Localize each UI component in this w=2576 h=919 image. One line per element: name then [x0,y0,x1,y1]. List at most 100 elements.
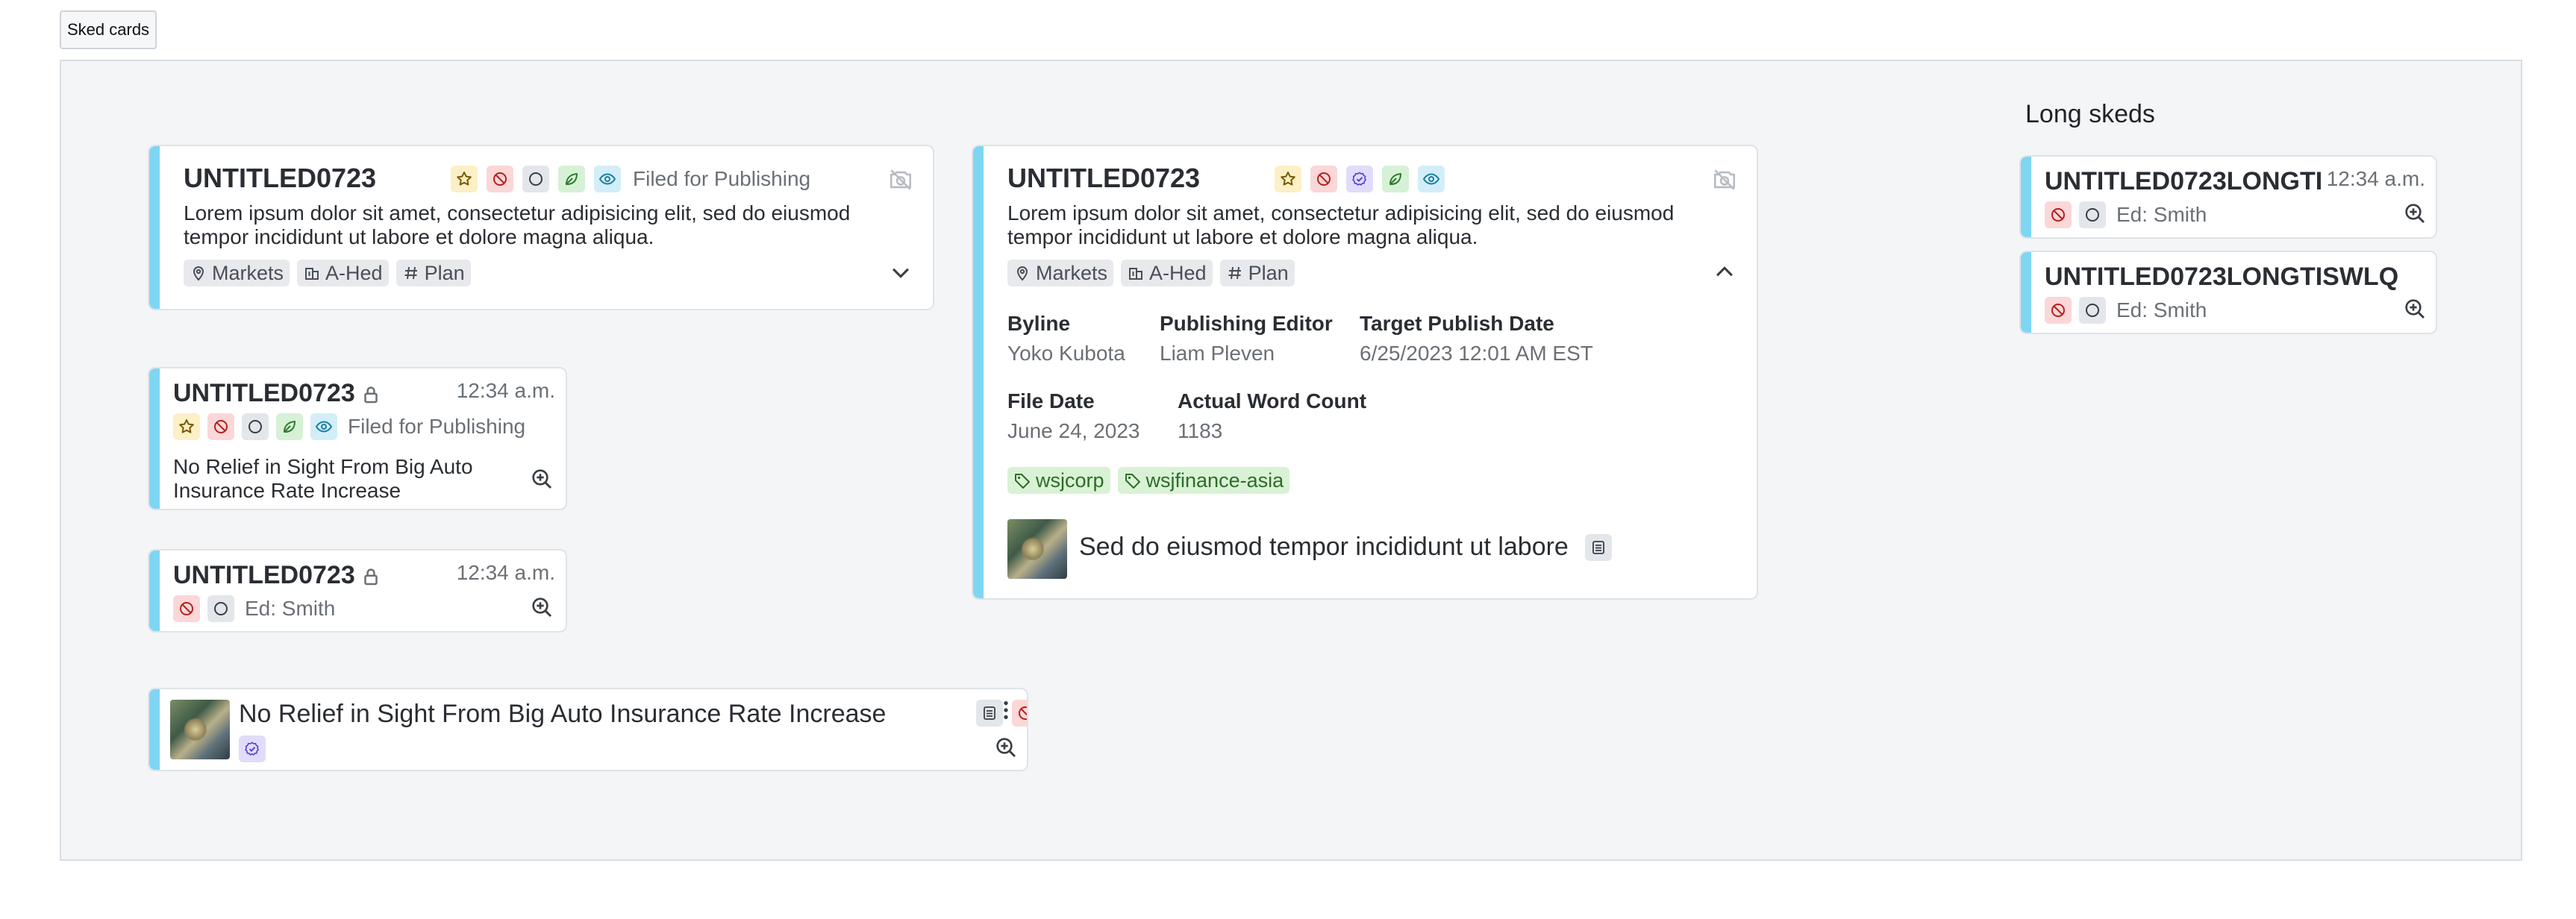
blocked-icon[interactable] [487,166,513,192]
leaf-icon[interactable] [1382,166,1409,192]
no-image-icon [888,167,913,192]
location-icon [1013,264,1031,282]
eye-icon[interactable] [1418,166,1445,192]
long-skeds-heading: Long skeds [2025,100,2155,128]
circle-icon[interactable] [2079,201,2106,228]
publishing-editor-label: Publishing Editor [1160,312,1333,335]
card-slug: UNTITLED0723LONGTI [2045,167,2321,195]
leaf-icon[interactable] [276,413,303,440]
status-icons: Filed for Publishing [173,413,525,440]
sked-card-expandable[interactable]: UNTITLED0723 Filed for Publishing Lorem … [148,145,934,310]
story-card[interactable]: No Relief in Sight From Big Auto Insuran… [148,688,1028,771]
no-image-icon [1712,167,1737,192]
zoom-in-icon[interactable] [530,467,554,491]
keyword-tag[interactable]: wsjcorp [1007,467,1110,494]
editor-label: Ed: Smith [245,597,336,620]
verified-icon[interactable] [239,735,266,762]
chevron-up-icon[interactable] [1712,260,1737,285]
word-count-value: 1183 [1178,419,1223,442]
story-headline: No Relief in Sight From Big Auto Insuran… [239,700,887,728]
file-date-value: June 24, 2023 [1007,419,1140,442]
sked-card-expanded[interactable]: UNTITLED0723 Lorem ipsum dolor sit amet,… [972,145,1758,600]
long-sked-card[interactable]: UNTITLED0723LONGTI 12:34 a.m. Ed: Smith [2019,155,2437,239]
tag-markets[interactable]: Markets [1007,260,1114,286]
lock-icon [360,383,382,406]
tag-icon [1013,471,1031,489]
star-icon[interactable] [173,413,200,440]
zoom-in-icon[interactable] [994,735,1018,759]
byline-value: Yoko Kubota [1007,342,1125,365]
cards-canvas: UNTITLED0723 Filed for Publishing Lorem … [60,60,2522,861]
tag-plan[interactable]: Plan [1219,260,1295,286]
building-icon [1127,264,1145,282]
target-publish-date-label: Target Publish Date [1360,312,1554,335]
keyword-tags: wsjcorp wsjfinance-asia [1007,467,1290,494]
zoom-in-icon[interactable] [530,595,554,619]
long-sked-card[interactable]: UNTITLED0723LONGTISWLQ Ed: Smith [2019,251,2437,334]
more-options-icon[interactable] [994,698,1018,722]
status-label: Filed for Publishing [633,167,811,190]
card-description: Lorem ipsum dolor sit amet, consectetur … [184,201,851,248]
card-slug: UNTITLED0723 [1007,163,1201,193]
card-slug: UNTITLED0723 [173,379,355,407]
card-tags: Markets A-Hed Plan [184,260,471,286]
status-icons: Ed: Smith [173,595,335,622]
editor-label: Ed: Smith [2116,298,2207,322]
target-publish-date-value: 6/25/2023 12:01 AM EST [1360,342,1593,365]
sked-card-compact[interactable]: UNTITLED0723 12:34 a.m. Filed for Publis… [148,367,567,510]
eye-icon[interactable] [594,166,621,192]
editor-label: Ed: Smith [2116,203,2207,226]
status-icons: Filed for Publishing [451,166,810,192]
tag-a-hed[interactable]: A-Hed [297,260,389,286]
blocked-icon[interactable] [1310,166,1337,192]
file-date-label: File Date [1007,389,1095,413]
card-time: 12:34 a.m. [456,379,555,402]
status-icons: Ed: Smith [2045,201,2207,228]
tag-markets[interactable]: Markets [184,260,290,286]
blocked-icon[interactable] [173,595,200,622]
tag-plan[interactable]: Plan [396,260,471,286]
circle-icon[interactable] [242,413,269,440]
chevron-down-icon[interactable] [888,260,913,285]
sked-card-compact[interactable]: UNTITLED0723 12:34 a.m. Ed: Smith [148,549,567,633]
card-description: Lorem ipsum dolor sit amet, consectetur … [1007,201,1675,248]
zoom-in-icon[interactable] [2403,201,2427,225]
linked-story-headline[interactable]: Sed do eiusmod tempor incididunt ut labo… [1079,533,1569,562]
zoom-in-icon[interactable] [2403,297,2427,321]
status-label: Filed for Publishing [348,415,526,438]
card-time: 12:34 a.m. [2326,167,2425,190]
circle-icon[interactable] [207,595,234,622]
byline-label: Byline [1007,312,1071,335]
story-thumbnail [170,700,230,759]
card-tags: Markets A-Hed Plan [1007,260,1295,286]
sked-cards-tab[interactable]: Sked cards [60,10,157,49]
blocked-icon[interactable] [207,413,234,440]
star-icon[interactable] [451,166,478,192]
publishing-editor-value: Liam Pleven [1160,342,1275,365]
linked-story-thumbnail [1007,519,1067,579]
location-icon [190,264,207,282]
keyword-tag[interactable]: wsjfinance-asia [1117,467,1290,494]
card-time: 12:34 a.m. [456,561,555,584]
blocked-icon[interactable] [2045,297,2072,324]
card-slug: UNTITLED0723 [184,163,377,193]
verified-icon[interactable] [1346,166,1373,192]
circle-icon[interactable] [2079,297,2106,324]
eye-icon[interactable] [310,413,337,440]
blocked-icon[interactable] [2045,201,2072,228]
status-icons [1275,166,1445,192]
card-slug: UNTITLED0723LONGTISWLQ [2045,263,2399,291]
tag-icon [1124,471,1142,489]
document-icon[interactable] [1585,534,1612,561]
word-count-label: Actual Word Count [1178,389,1367,413]
hash-icon [1226,264,1244,282]
star-icon[interactable] [1275,166,1301,192]
building-icon [303,264,321,282]
circle-icon[interactable] [522,166,549,192]
hash-icon [402,264,420,282]
status-icons: Ed: Smith [2045,297,2207,324]
leaf-icon[interactable] [558,166,585,192]
tag-a-hed[interactable]: A-Hed [1121,260,1213,286]
card-headline: No Relief in Sight From Big Auto Insuran… [173,455,473,502]
lock-icon [360,565,382,588]
